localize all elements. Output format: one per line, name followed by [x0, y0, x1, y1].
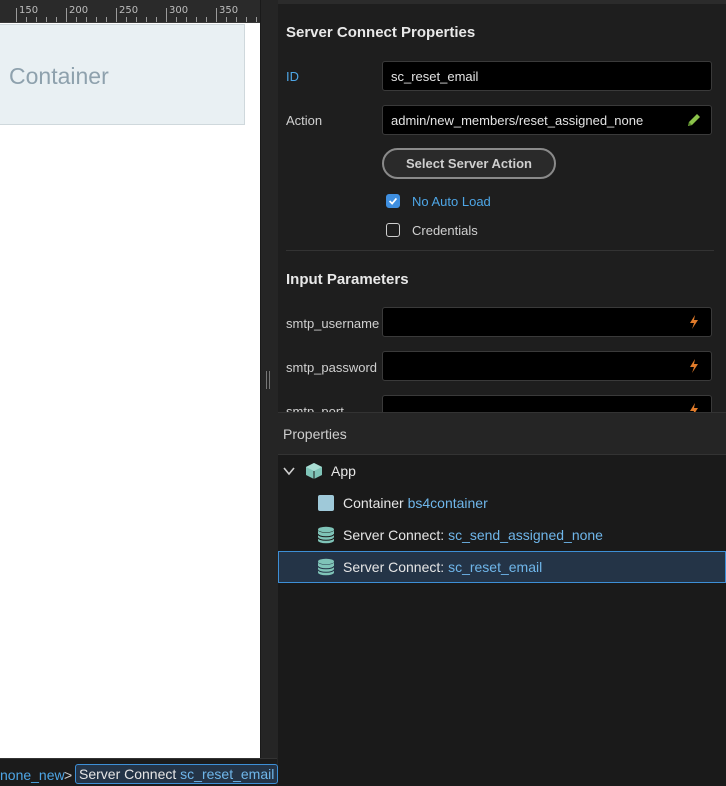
container-icon	[318, 495, 334, 511]
lightning-icon[interactable]	[686, 402, 702, 412]
panel-title: Server Connect Properties	[286, 24, 476, 41]
tree-item-app[interactable]: App	[278, 455, 726, 487]
tree-item-label: App	[331, 463, 356, 479]
action-label: Action	[286, 113, 323, 128]
database-icon	[317, 558, 335, 576]
id-label: ID	[286, 69, 299, 84]
input-parameters-title: Input Parameters	[286, 271, 409, 288]
tree-item-label: Server Connect: sc_send_assigned_none	[343, 527, 603, 543]
pencil-icon[interactable]	[686, 112, 702, 128]
tree-item-id: sc_reset_email	[448, 559, 543, 575]
design-canvas[interactable]: 150 200 250 300 350 Container	[0, 0, 260, 785]
tree-item-label: Server Connect: sc_reset_email	[343, 559, 542, 575]
tree-item-type: Container	[343, 495, 404, 511]
canvas-container-element[interactable]: Container	[0, 24, 245, 125]
tree-item-id: bs4container	[407, 495, 488, 511]
cube-icon	[306, 463, 322, 479]
database-icon	[317, 526, 335, 544]
horizontal-ruler: 150 200 250 300 350	[0, 0, 260, 23]
breadcrumb: none_new > Server Connect sc_reset_email	[0, 758, 279, 786]
param-field-smtp-username[interactable]	[382, 307, 712, 337]
container-placeholder-label: Container	[9, 63, 109, 89]
tree-item-type: Server Connect:	[343, 559, 445, 575]
action-field[interactable]: admin/new_members/reset_assigned_none	[382, 105, 712, 135]
chevron-down-icon[interactable]	[282, 464, 296, 478]
tree-item-label: Container bs4container	[343, 495, 488, 511]
action-field-value: admin/new_members/reset_assigned_none	[391, 113, 644, 128]
ruler-label: 250	[119, 5, 139, 16]
id-field-value: sc_reset_email	[391, 69, 479, 84]
ruler-label: 300	[169, 5, 189, 16]
tree-item-type: Server Connect:	[343, 527, 445, 543]
ruler-label: 350	[219, 5, 239, 16]
breadcrumb-item-current[interactable]: Server Connect sc_reset_email	[75, 764, 279, 784]
param-field-smtp-password[interactable]	[382, 351, 712, 381]
tree-item-server-connect[interactable]: Server Connect: sc_send_assigned_none	[278, 519, 726, 551]
tree-item-id: sc_send_assigned_none	[448, 527, 603, 543]
breadcrumb-current-id: sc_reset_email	[180, 766, 275, 782]
ruler-label: 150	[19, 5, 39, 16]
splitter-grip-icon[interactable]	[266, 371, 270, 389]
tree-item-server-connect-selected[interactable]: Server Connect: sc_reset_email	[278, 551, 726, 583]
server-connect-properties-panel: Server Connect Properties ID sc_reset_em…	[278, 0, 726, 412]
breadcrumb-current-type: Server Connect	[79, 766, 177, 782]
tree-header: Properties	[278, 413, 726, 455]
breadcrumb-item-parent[interactable]: none_new	[0, 767, 65, 783]
param-field-smtp-port[interactable]	[382, 395, 712, 412]
no-auto-load-label[interactable]: No Auto Load	[412, 194, 491, 209]
lightning-icon[interactable]	[686, 358, 702, 374]
param-label-smtp-password: smtp_password	[286, 360, 378, 375]
no-auto-load-checkbox[interactable]	[386, 194, 400, 208]
lightning-icon[interactable]	[686, 314, 702, 330]
tree-header-title: Properties	[283, 426, 347, 442]
section-divider	[286, 250, 714, 251]
param-label-smtp-username: smtp_username	[286, 316, 380, 331]
tree-item-container[interactable]: Container bs4container	[278, 487, 726, 519]
panel-splitter[interactable]	[260, 0, 279, 785]
select-server-action-button[interactable]: Select Server Action	[382, 148, 556, 179]
credentials-checkbox[interactable]	[386, 223, 400, 237]
ruler-label: 200	[69, 5, 89, 16]
id-field[interactable]: sc_reset_email	[382, 61, 712, 91]
breadcrumb-separator: >	[64, 767, 73, 783]
credentials-label[interactable]: Credentials	[412, 223, 478, 238]
check-icon	[388, 197, 398, 205]
param-label-smtp-port: smtp_port	[286, 404, 344, 412]
properties-tree-panel: Properties App Container bs4container Se…	[278, 412, 726, 786]
